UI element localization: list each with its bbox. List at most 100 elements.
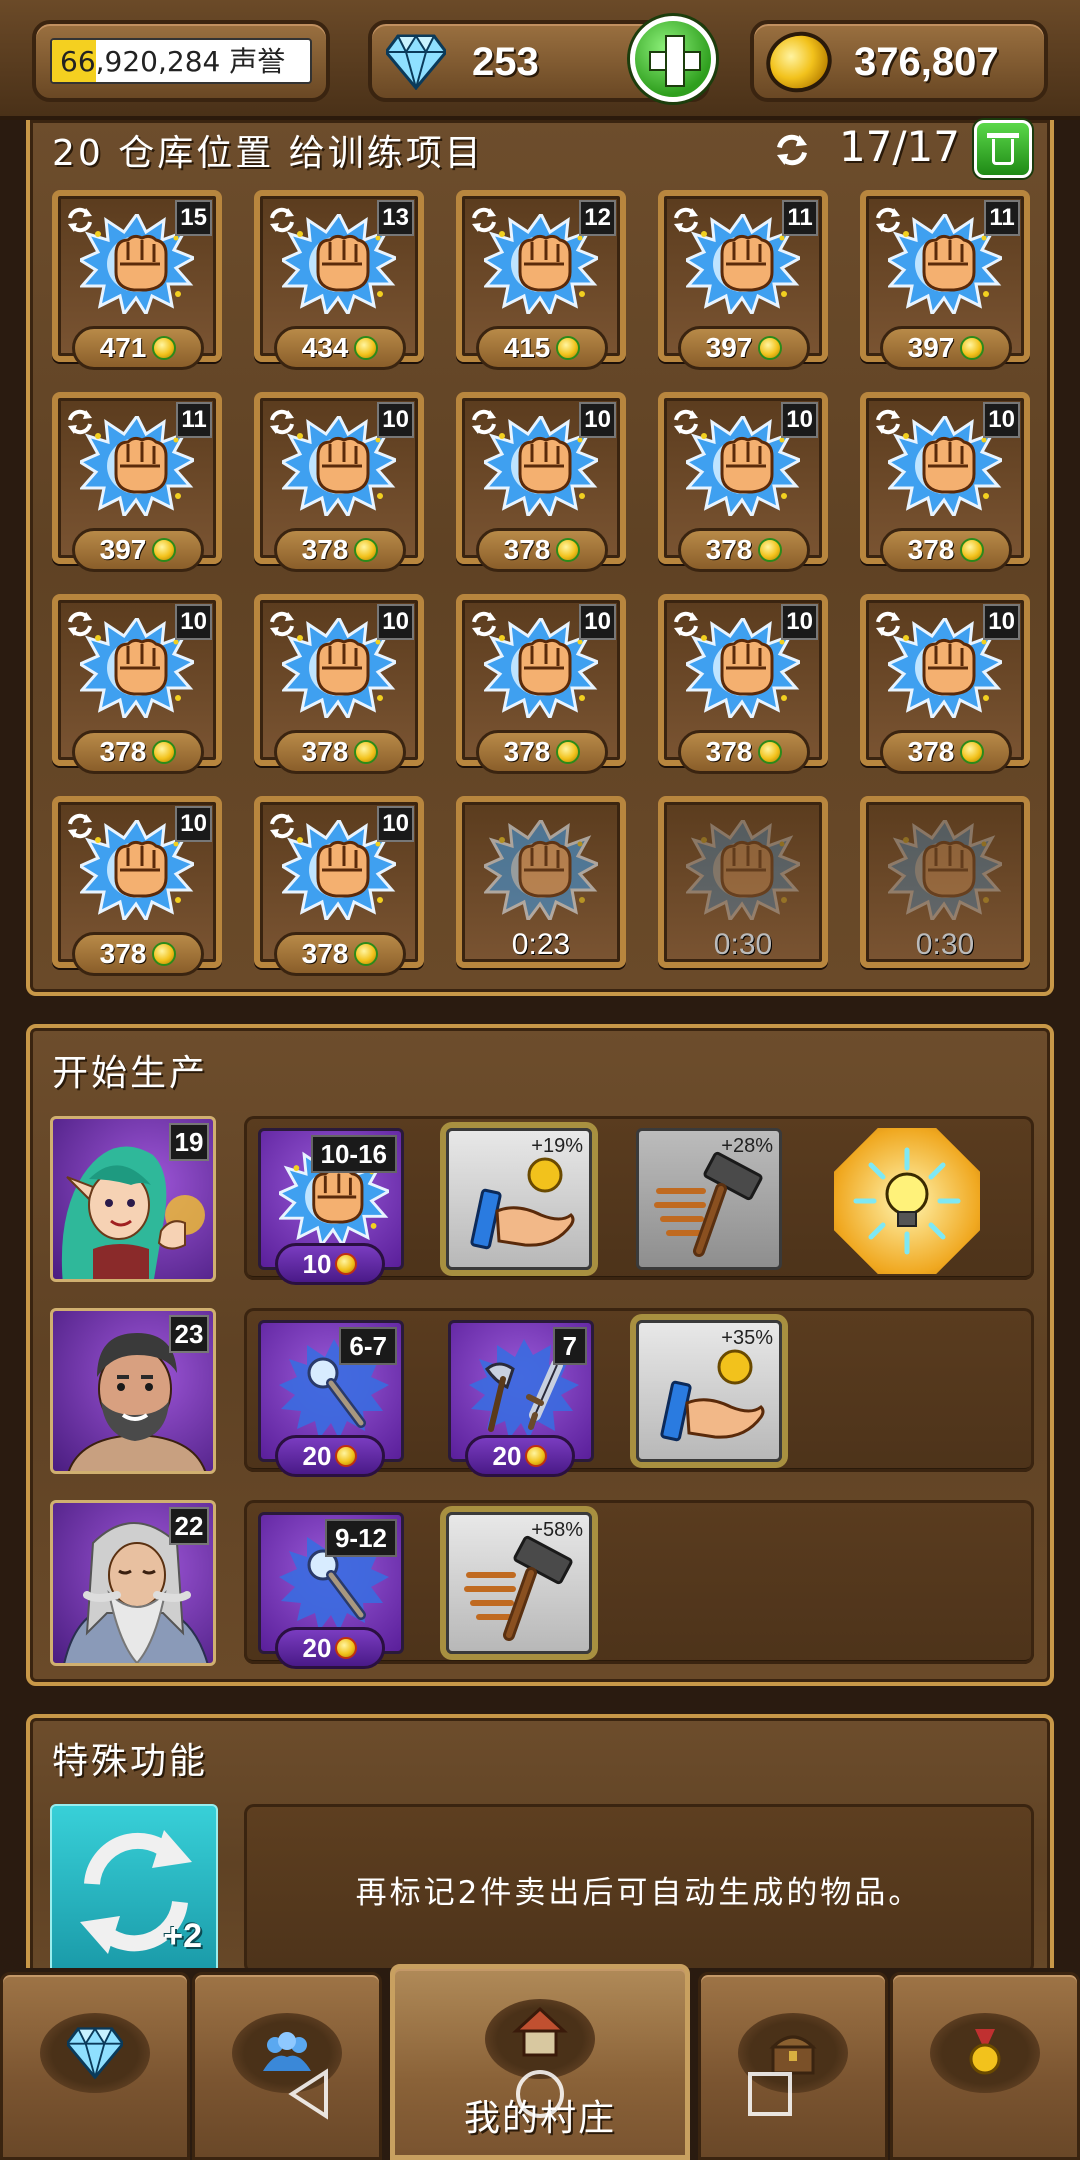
storage-slot[interactable]: 10 378 <box>52 594 222 774</box>
upgrade-idea-button[interactable] <box>834 1128 980 1274</box>
item-price: 378 <box>476 730 608 774</box>
auto-refresh-icon <box>266 810 298 842</box>
storage-slot[interactable]: 12 415 <box>456 190 626 370</box>
item-price: 378 <box>274 932 406 976</box>
coin-icon <box>354 941 379 966</box>
item-level: 11 <box>984 200 1020 236</box>
hero-level: 19 <box>169 1123 209 1161</box>
storage-slot[interactable]: 10 378 <box>52 796 222 976</box>
auto-refresh-icon <box>266 608 298 640</box>
reputation-panel[interactable]: 66,920,284 声誉 <box>32 20 330 102</box>
buy-gems-button[interactable] <box>630 16 716 102</box>
special-title: 特殊功能 <box>52 1741 209 1782</box>
coin-icon <box>960 739 985 764</box>
storage-slot[interactable]: 13 434 <box>254 190 424 370</box>
item-price: 434 <box>274 326 406 370</box>
storage-slot[interactable]: 11 397 <box>860 190 1030 370</box>
hammer-icon <box>653 1151 771 1261</box>
craft-item-axe-sword[interactable]: 7 20 <box>448 1320 594 1477</box>
auto-refresh-icon <box>670 204 702 236</box>
hand-coin-icon <box>653 1343 771 1453</box>
boost-sell-bonus[interactable]: +35% <box>636 1320 782 1462</box>
coin-icon <box>960 537 985 562</box>
storage-slot[interactable]: 10 378 <box>456 392 626 572</box>
craft-item-staff[interactable]: 6-7 20 <box>258 1320 404 1477</box>
item-level: 10 <box>377 604 414 640</box>
storage-slot[interactable]: 10 378 <box>254 392 424 572</box>
hero-portrait-wizard[interactable]: 22 <box>50 1500 216 1666</box>
reputation-label: 声誉 <box>229 45 286 78</box>
storage-title: 20 仓库位置 给训练项目 <box>52 133 484 174</box>
craft-item-glove[interactable]: 10-16 10 <box>258 1128 404 1285</box>
auto-refresh-icon <box>872 204 904 236</box>
item-damage-range: 7 <box>552 1327 587 1365</box>
storage-slot[interactable]: 11 397 <box>52 392 222 572</box>
nav-shop-button[interactable] <box>0 1972 190 2160</box>
item-cost: 20 <box>275 1627 385 1669</box>
coin-icon <box>556 335 581 360</box>
boost-craft-speed[interactable]: +58% <box>446 1512 592 1654</box>
boost-sell-bonus[interactable]: +19% <box>446 1128 592 1270</box>
storage-slot[interactable]: 10 378 <box>254 594 424 774</box>
item-price-value: 378 <box>99 736 147 767</box>
coin-icon <box>335 1445 358 1468</box>
storage-slot-crafting[interactable]: 0:30 <box>860 796 1030 968</box>
fist-item-icon <box>888 820 1002 920</box>
item-level: 10 <box>983 604 1020 640</box>
storage-slot[interactable]: 10 378 <box>860 594 1030 774</box>
system-home-icon[interactable] <box>510 2064 570 2124</box>
item-cost: 20 <box>275 1435 385 1477</box>
storage-slot[interactable]: 10 378 <box>254 796 424 976</box>
hero-portrait-blacksmith[interactable]: 23 <box>50 1308 216 1474</box>
coin-icon <box>152 335 177 360</box>
item-price-value: 378 <box>503 534 551 565</box>
auto-refresh-icon <box>772 130 812 170</box>
system-back-icon[interactable] <box>280 2064 340 2124</box>
storage-slot-crafting[interactable]: 0:30 <box>658 796 828 968</box>
item-level: 10 <box>579 604 616 640</box>
craft-timer: 0:23 <box>511 928 571 961</box>
storage-slot[interactable]: 10 378 <box>860 392 1030 572</box>
auto-refresh-icon <box>468 204 500 236</box>
item-price: 471 <box>72 326 204 370</box>
item-price-value: 415 <box>503 332 551 363</box>
storage-slot[interactable]: 11 397 <box>658 190 828 370</box>
house-icon <box>512 2006 568 2057</box>
item-price: 397 <box>72 528 204 572</box>
coin-icon <box>354 335 379 360</box>
storage-slot-crafting[interactable]: 0:23 <box>456 796 626 968</box>
coin-icon <box>758 335 783 360</box>
item-price: 378 <box>274 730 406 774</box>
boost-craft-speed[interactable]: +28% <box>636 1128 782 1270</box>
item-price-value: 378 <box>907 534 955 565</box>
hero-portrait-elf[interactable]: 19 <box>50 1116 216 1282</box>
auto-refresh-icon <box>670 406 702 438</box>
diamond-icon <box>386 34 446 90</box>
storage-count: 17/17 <box>838 122 960 171</box>
item-price-value: 378 <box>705 534 753 565</box>
nav-achievements-button[interactable] <box>890 1972 1080 2160</box>
item-level: 11 <box>176 402 212 438</box>
auto-refresh-icon <box>64 608 96 640</box>
coin-icon <box>354 537 379 562</box>
item-level: 10 <box>377 402 414 438</box>
storage-slot[interactable]: 10 378 <box>658 594 828 774</box>
storage-slot[interactable]: 15 471 <box>52 190 222 370</box>
item-price: 397 <box>880 326 1012 370</box>
auto-refresh-icon <box>670 608 702 640</box>
item-damage-range: 6-7 <box>339 1327 397 1365</box>
storage-slot[interactable]: 10 378 <box>658 392 828 572</box>
craft-item-staff[interactable]: 9-12 20 <box>258 1512 404 1669</box>
item-price: 378 <box>476 528 608 572</box>
item-price-value: 471 <box>99 332 147 363</box>
system-recents-icon[interactable] <box>740 2064 800 2124</box>
coin-icon <box>152 941 177 966</box>
trash-button[interactable] <box>974 120 1032 178</box>
storage-slot[interactable]: 10 378 <box>456 594 626 774</box>
auto-produce-button[interactable]: +2 <box>50 1804 218 1974</box>
craft-timer: 0:30 <box>713 928 773 961</box>
item-damage-range: 10-16 <box>310 1135 397 1173</box>
auto-refresh-icon <box>64 204 96 236</box>
nav-village-button[interactable]: 我的村庄 <box>390 1964 690 2160</box>
production-panel: 开始生产 19 10-16 10 +19% +28% 23 6-7 20 7 2… <box>26 1024 1054 1686</box>
